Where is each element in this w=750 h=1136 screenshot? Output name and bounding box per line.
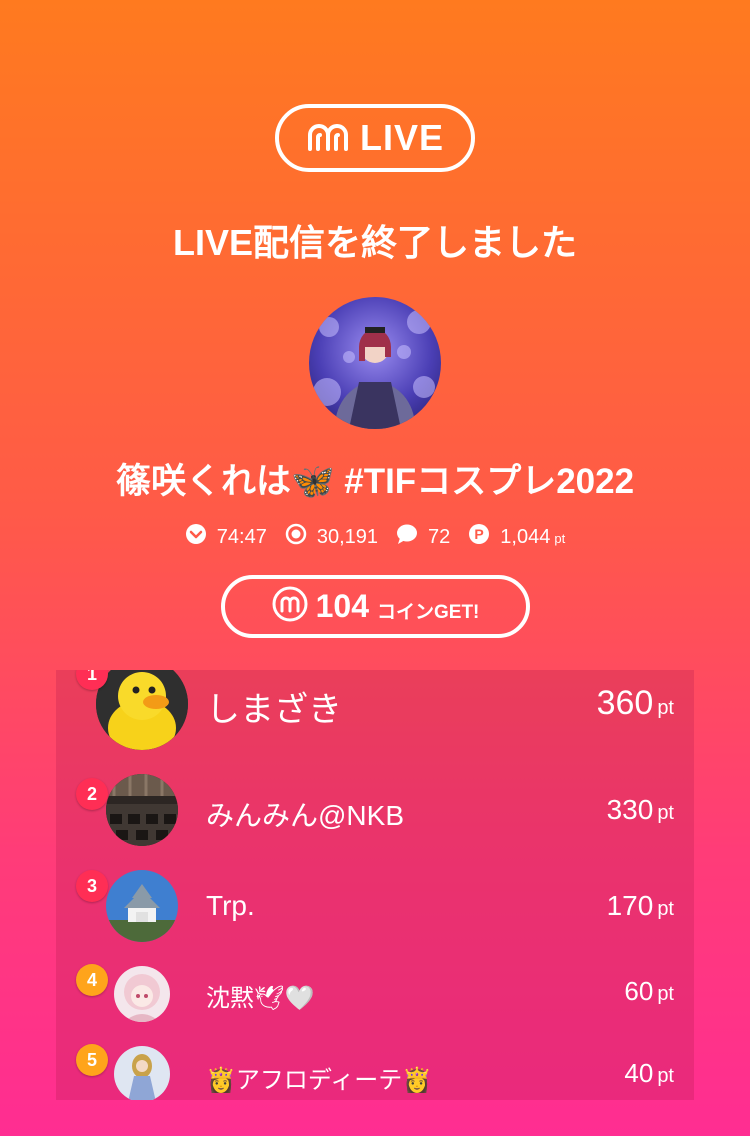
rank-badge: 3 — [76, 870, 108, 902]
user-avatar[interactable] — [106, 774, 178, 846]
points-number: 360 — [596, 684, 654, 722]
points-unit: pt — [657, 802, 674, 824]
user-name[interactable]: 沈黙🕊🤍 — [206, 978, 314, 1013]
points-unit: pt — [657, 697, 674, 719]
user-avatar[interactable] — [106, 870, 178, 942]
user-avatar[interactable] — [114, 1046, 170, 1100]
viewers-icon — [285, 523, 307, 551]
user-name[interactable]: しまざき — [206, 682, 342, 731]
gift-ranking-list: 1 しまざき 360 pt 2 みんみん@NKB 330 pt 3 Trp. 1… — [56, 670, 694, 1100]
points-value: 1,044 — [500, 525, 551, 548]
rank-badge: 2 — [76, 778, 108, 810]
ranking-row[interactable]: 5 👸アフロディーテ👸 40 pt — [56, 1044, 694, 1100]
streamer-avatar[interactable] — [309, 297, 441, 429]
viewers-value: 30,191 — [316, 525, 379, 548]
points-unit: pt — [657, 1065, 674, 1087]
user-points: 360 pt — [597, 684, 674, 723]
points-number: 330 — [606, 794, 654, 825]
stream-ended-title: LIVE配信を終了しました — [172, 222, 578, 263]
stat-points: P 1,044 pt — [468, 523, 565, 551]
duration-value: 74:47 — [216, 525, 267, 548]
user-points: 170 pt — [607, 890, 674, 922]
streamer-name: 篠咲くれは🦋 #TIFコスプレ2022 — [115, 462, 635, 501]
m-logo-icon — [306, 121, 352, 156]
points-number: 40 — [624, 1058, 654, 1088]
coin-get-badge: 104 コインGET! — [221, 575, 530, 638]
user-name[interactable]: Trp. — [206, 890, 255, 922]
ranking-row[interactable]: 1 しまざき 360 pt — [56, 670, 694, 762]
logo-text: LIVE — [359, 117, 444, 158]
m-coin-icon — [272, 586, 308, 627]
user-name[interactable]: みんみん@NKB — [206, 794, 404, 834]
point-p-icon: P — [468, 523, 490, 551]
user-points: 40 pt — [624, 1058, 674, 1089]
stat-comments: 72 — [396, 523, 450, 551]
coin-suffix: コインGET! — [377, 602, 480, 623]
stream-stats: 74:47 30,191 72 P 1,044 pt — [0, 523, 750, 551]
user-avatar[interactable] — [114, 966, 170, 1022]
ranking-row[interactable]: 2 みんみん@NKB 330 pt — [56, 774, 694, 846]
svg-text:P: P — [475, 526, 484, 542]
stat-duration: 74:47 — [185, 523, 267, 551]
points-unit: pt — [657, 898, 674, 920]
comment-bubble-icon — [396, 523, 418, 551]
points-number: 60 — [624, 976, 654, 1006]
coin-amount: 104 — [315, 588, 369, 624]
user-points: 60 pt — [624, 976, 674, 1007]
chevron-circle-icon — [185, 523, 207, 551]
points-number: 170 — [606, 890, 654, 921]
user-points: 330 pt — [607, 794, 674, 826]
points-unit: pt — [554, 530, 566, 546]
points-unit: pt — [657, 983, 674, 1005]
mlive-logo: LIVE — [275, 104, 475, 172]
ranking-row[interactable]: 4 沈黙🕊🤍 60 pt — [56, 964, 694, 1022]
ranking-row[interactable]: 3 Trp. 170 pt — [56, 870, 694, 942]
comments-value: 72 — [428, 525, 451, 548]
rank-badge: 4 — [76, 964, 108, 996]
user-name[interactable]: 👸アフロディーテ👸 — [206, 1060, 432, 1095]
rank-badge: 5 — [76, 1044, 108, 1076]
user-avatar[interactable] — [96, 670, 188, 750]
stat-viewers: 30,191 — [285, 523, 378, 551]
